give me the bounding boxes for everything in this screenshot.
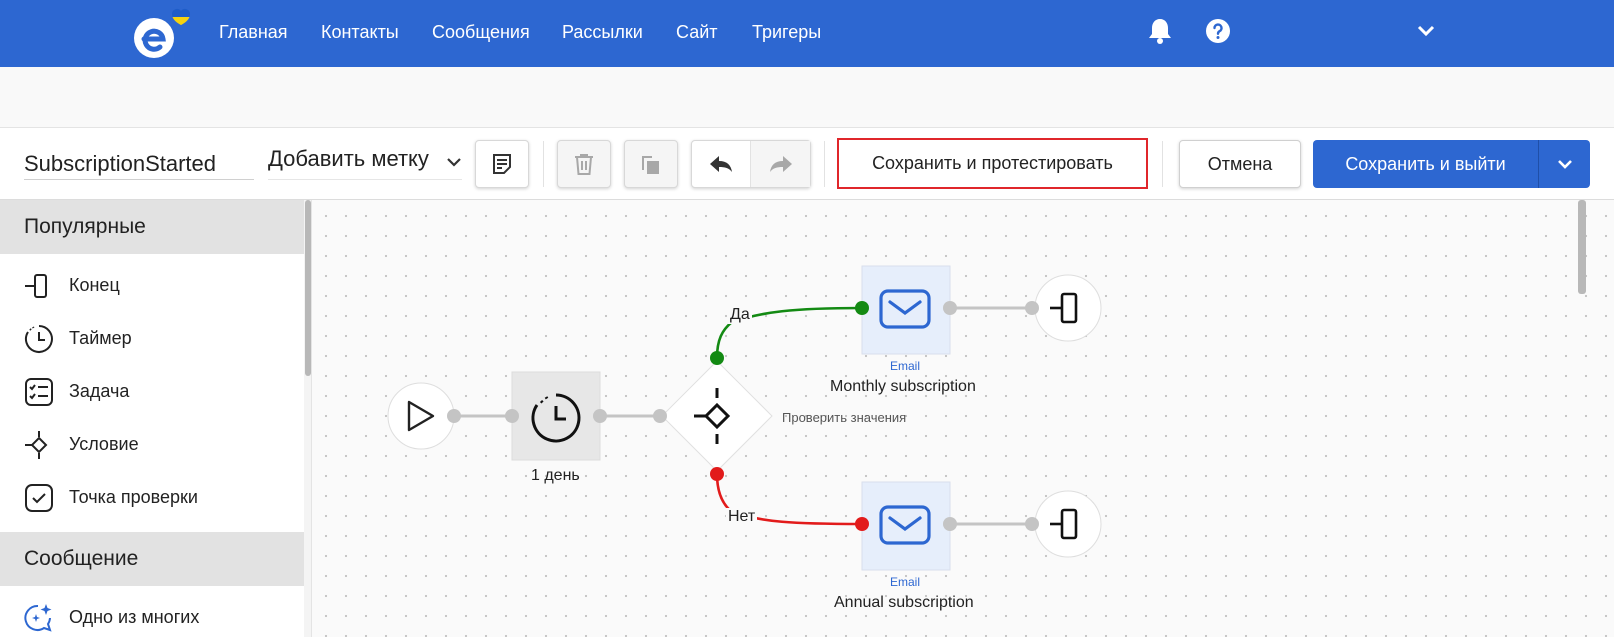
toolbar-divider xyxy=(824,141,825,187)
trigger-name-input[interactable] xyxy=(24,148,254,180)
copy-button[interactable] xyxy=(624,140,678,188)
save-and-exit-button[interactable]: Сохранить и выйти xyxy=(1313,140,1538,188)
chevron-down-icon xyxy=(447,158,461,167)
checkpoint-icon xyxy=(25,484,53,512)
sidebar-item-label: Задача xyxy=(69,381,130,401)
undo-button[interactable] xyxy=(692,141,752,187)
sidebar-item-label: Таймер xyxy=(69,328,132,348)
sidebar-item-label: Точка проверки xyxy=(69,487,198,507)
end-icon xyxy=(25,274,47,298)
top-navigation-bar: Главная Контакты Сообщения Рассылки Сайт… xyxy=(0,0,1614,67)
sidebar-scrollbar-thumb[interactable] xyxy=(305,200,311,376)
toolbar-divider xyxy=(543,141,544,187)
account-chevron-down-icon[interactable] xyxy=(1416,24,1436,38)
nav-home[interactable]: Главная xyxy=(219,21,288,43)
nav-site[interactable]: Сайт xyxy=(676,21,718,43)
cancel-label: Отмена xyxy=(1207,153,1273,174)
undo-icon xyxy=(710,156,732,172)
add-tag-label: Добавить метку xyxy=(268,146,429,171)
sidebar-item-timer[interactable]: Таймер xyxy=(0,313,304,365)
save-options-dropdown-button[interactable] xyxy=(1538,140,1590,188)
nav-contacts[interactable]: Контакты xyxy=(321,21,399,43)
no-branch-label: Нет xyxy=(726,508,758,526)
email-type-label: Email xyxy=(890,575,921,589)
header-spacer xyxy=(0,67,1614,127)
help-icon[interactable] xyxy=(1205,18,1231,44)
toolbar-divider xyxy=(1162,141,1163,187)
trash-icon xyxy=(575,154,593,175)
workflow-canvas[interactable]: 1 день Проверить значения Да Нет Email M… xyxy=(312,200,1614,637)
sidebar-item-label: Условие xyxy=(69,434,139,454)
category-message: Сообщение xyxy=(0,532,304,586)
nav-triggers[interactable]: Тригеры xyxy=(752,21,821,43)
task-icon xyxy=(25,378,53,406)
sidebar-item-label: Конец xyxy=(69,275,120,295)
save-and-exit-label: Сохранить и выйти xyxy=(1345,153,1506,174)
sidebar-item-label: Одно из многих xyxy=(69,607,200,627)
undo-redo-group xyxy=(691,140,811,188)
redo-button[interactable] xyxy=(751,141,810,187)
components-sidebar: Популярные Конец Таймер Задача Условие Т… xyxy=(0,200,312,637)
timer-node[interactable] xyxy=(511,371,601,461)
condition-node[interactable] xyxy=(661,360,773,472)
ai-chat-icon xyxy=(24,604,52,632)
bell-icon[interactable] xyxy=(1147,17,1173,45)
end-node-bottom[interactable] xyxy=(1034,490,1102,558)
timer-icon xyxy=(25,325,53,353)
email-annual-label: Annual subscription xyxy=(834,594,974,611)
yes-branch-label: Да xyxy=(728,306,752,324)
logo-icon[interactable] xyxy=(132,6,200,62)
nav-messages[interactable]: Сообщения xyxy=(432,21,530,43)
email-node-annual[interactable] xyxy=(861,481,951,571)
email-type-label: Email xyxy=(890,359,921,373)
workflow-graph xyxy=(387,265,1102,571)
add-tag-dropdown[interactable]: Добавить метку xyxy=(268,146,462,180)
copy-icon xyxy=(642,156,659,174)
sidebar-item-end[interactable]: Конец xyxy=(0,260,304,312)
sidebar-item-condition[interactable]: Условие xyxy=(0,419,304,471)
note-icon xyxy=(493,154,511,174)
cancel-button[interactable]: Отмена xyxy=(1179,140,1301,188)
sidebar-item-one-of-many[interactable]: Одно из многих xyxy=(0,592,304,637)
timer-node-label: 1 день xyxy=(531,467,580,484)
sidebar-item-task[interactable]: Задача xyxy=(0,366,304,418)
delete-button[interactable] xyxy=(557,140,611,188)
save-and-test-button[interactable]: Сохранить и протестировать xyxy=(837,138,1148,189)
condition-icon xyxy=(25,431,48,459)
save-and-test-label: Сохранить и протестировать xyxy=(872,153,1113,173)
notes-button[interactable] xyxy=(475,140,529,188)
email-monthly-label: Monthly subscription xyxy=(830,378,976,395)
sidebar-item-checkpoint[interactable]: Точка проверки xyxy=(0,472,304,524)
start-node[interactable] xyxy=(387,382,455,450)
end-node-top[interactable] xyxy=(1034,274,1102,342)
email-node-monthly[interactable] xyxy=(861,265,951,355)
chevron-down-icon xyxy=(1557,160,1572,169)
editor-toolbar: Добавить метку xyxy=(0,127,1614,200)
redo-icon xyxy=(769,156,792,172)
canvas-scrollbar-thumb[interactable] xyxy=(1578,200,1586,294)
category-popular: Популярные xyxy=(0,200,304,254)
condition-node-label: Проверить значения xyxy=(782,410,907,425)
nav-campaigns[interactable]: Рассылки xyxy=(562,21,643,43)
